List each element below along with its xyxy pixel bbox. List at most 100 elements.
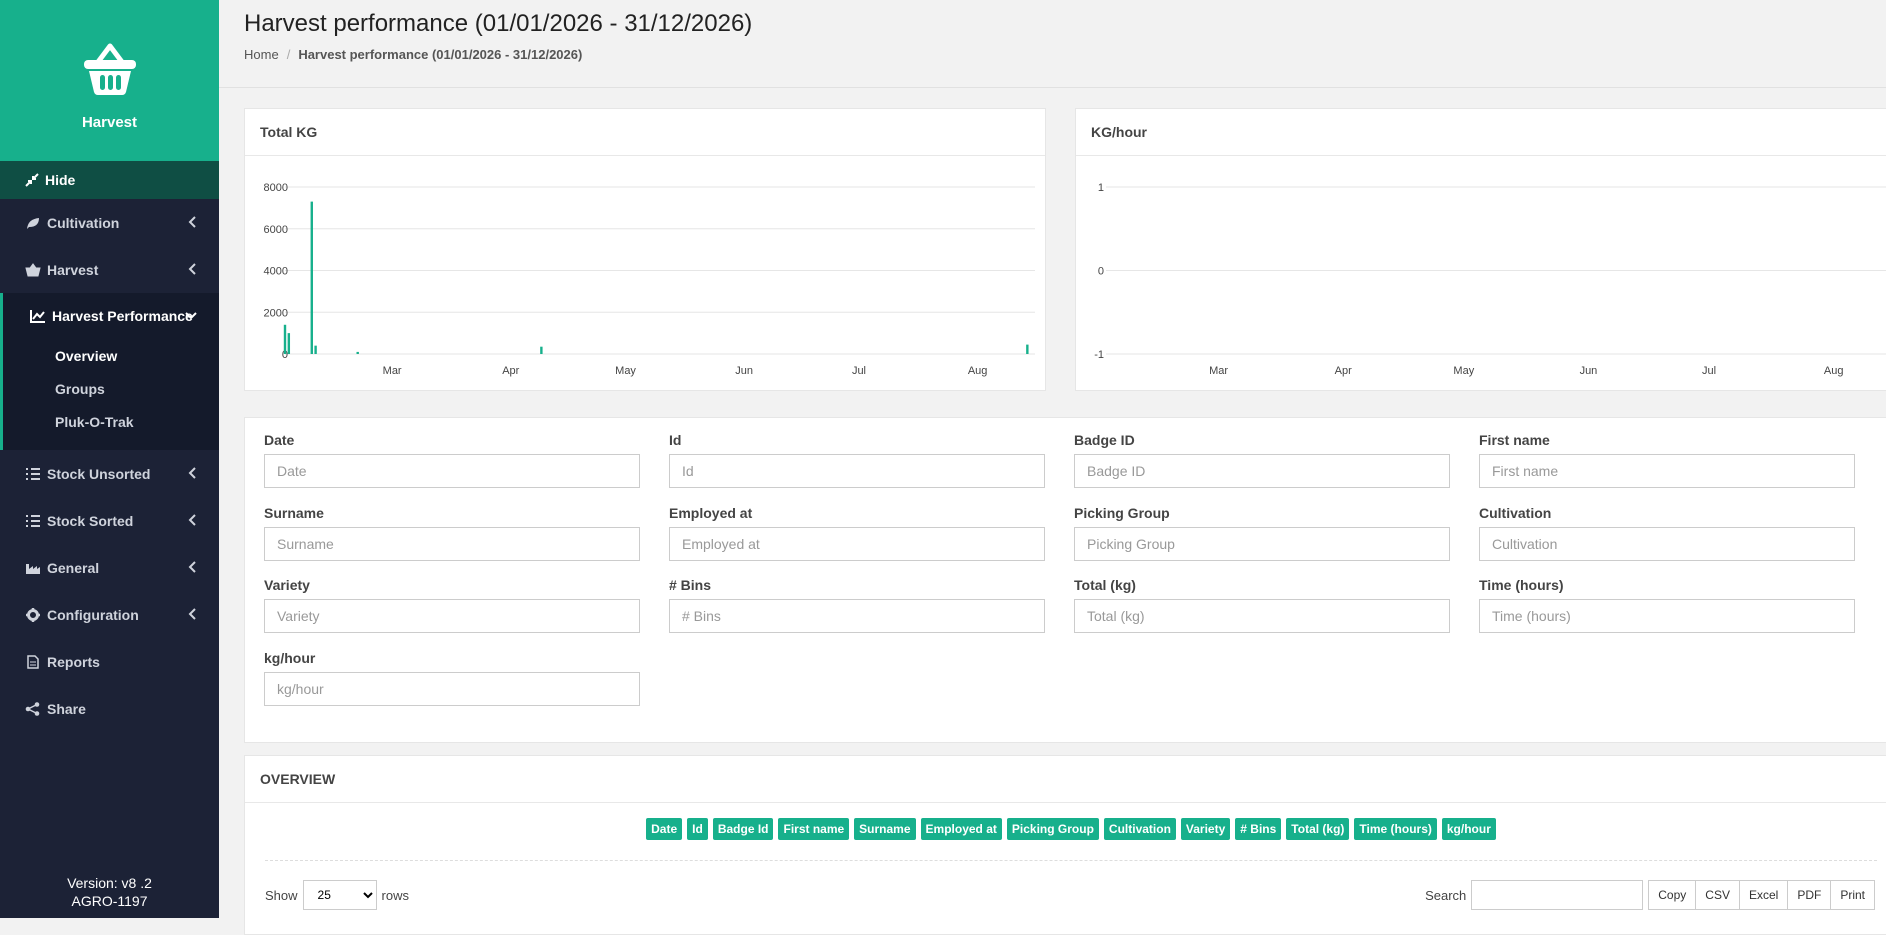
- gear-icon: [26, 607, 40, 622]
- x-tick-label: May: [615, 365, 636, 377]
- industry-icon: [26, 563, 40, 574]
- filter-surname: Surname: [264, 505, 640, 561]
- rows-label: rows: [381, 887, 409, 903]
- column-toggle-bins[interactable]: # Bins: [1235, 818, 1282, 840]
- kg-hour-input[interactable]: [264, 672, 640, 706]
- surname-input[interactable]: [264, 527, 640, 561]
- kg-hour-card: KG/hour -1 0 1 Mar Apr May Jun Jul Aug: [1075, 108, 1886, 391]
- sidebar-item-configuration[interactable]: Configuration: [0, 591, 219, 638]
- x-tick-label: Jul: [1702, 365, 1716, 377]
- filter-picking-group: Picking Group: [1074, 505, 1450, 561]
- first-name-input[interactable]: [1479, 454, 1855, 488]
- date-input[interactable]: [264, 454, 640, 488]
- total-kg-chart: 02000400060008000Mar Apr May Jun Jul Aug: [264, 182, 1035, 377]
- filter-variety: Variety: [264, 577, 640, 633]
- column-toggle-employed-at[interactable]: Employed at: [920, 818, 1002, 840]
- hide-label: Hide: [45, 172, 76, 188]
- sidebar-subitem-pluk-o-trak[interactable]: Pluk-O-Trak: [3, 405, 219, 438]
- column-toggles: Date Id Badge Id First name Surname Empl…: [245, 818, 1886, 840]
- sidebar-item-label: Harvest: [47, 261, 99, 278]
- filter-label: Total (kg): [1074, 577, 1136, 593]
- bar[interactable]: [1026, 344, 1029, 354]
- filter-id: Id: [669, 432, 1045, 488]
- pdf-button[interactable]: PDF: [1787, 880, 1832, 910]
- sidebar-item-label: Harvest Performance: [52, 308, 193, 324]
- x-tick-label: Jun: [735, 365, 753, 377]
- sidebar-subitem-overview[interactable]: Overview: [3, 339, 219, 372]
- search-input[interactable]: [1471, 880, 1644, 910]
- overview-title: OVERVIEW: [245, 756, 1886, 803]
- brand-title: Harvest: [81, 114, 138, 131]
- bar[interactable]: [356, 351, 359, 354]
- bar[interactable]: [310, 201, 313, 354]
- x-tick-label: Apr: [1335, 365, 1352, 377]
- variety-input[interactable]: [264, 599, 640, 633]
- sidebar-item-cultivation[interactable]: Cultivation: [0, 199, 219, 246]
- filter-first-name: First name: [1479, 432, 1855, 488]
- sidebar-item-stock-sorted[interactable]: Stock Sorted: [0, 497, 219, 544]
- compress-icon: [25, 173, 39, 187]
- column-toggle-total-kg[interactable]: Total (kg): [1286, 818, 1350, 840]
- table-search: Search Copy CSV Excel PDF Print: [1425, 880, 1875, 910]
- breadcrumb-home[interactable]: Home: [244, 47, 279, 62]
- total-kg-input[interactable]: [1074, 599, 1450, 633]
- basket-icon: [83, 43, 136, 95]
- filter-badge-id: Badge ID: [1074, 432, 1450, 488]
- bar[interactable]: [287, 333, 291, 354]
- column-toggle-id[interactable]: Id: [687, 818, 708, 840]
- bar[interactable]: [540, 346, 543, 354]
- breadcrumb: Home / Harvest performance (01/01/2026 - 3…: [244, 47, 583, 62]
- copy-button[interactable]: Copy: [1648, 880, 1697, 910]
- id-input[interactable]: [669, 454, 1045, 488]
- sidebar-item-label: Stock Unsorted: [47, 465, 151, 482]
- share-icon: [25, 701, 40, 716]
- sidebar-item-harvest[interactable]: Harvest: [0, 246, 219, 293]
- print-button[interactable]: Print: [1830, 880, 1875, 910]
- chevron-left-icon: [188, 514, 196, 526]
- badge-id-input[interactable]: [1074, 454, 1450, 488]
- overview-card: OVERVIEW Date Id Badge Id First name Sur…: [244, 755, 1886, 935]
- csv-button[interactable]: CSV: [1695, 880, 1740, 910]
- y-tick-label: 1: [1098, 182, 1104, 194]
- filter-time-hours: Time (hours): [1479, 577, 1855, 633]
- sidebar-item-stock-unsorted[interactable]: Stock Unsorted: [0, 450, 219, 497]
- column-toggle-badge-id[interactable]: Badge Id: [712, 818, 774, 840]
- bar[interactable]: [314, 345, 317, 354]
- y-tick-label: 2000: [264, 307, 288, 319]
- bar[interactable]: [283, 324, 287, 354]
- sidebar-item-reports[interactable]: Reports: [0, 638, 219, 685]
- column-toggle-time-hours[interactable]: Time (hours): [1354, 818, 1437, 840]
- sidebar-item-label: Share: [47, 700, 86, 717]
- sidebar-item-harvest-performance[interactable]: Harvest Performance: [3, 293, 219, 339]
- sidebar-item-share[interactable]: Share: [0, 685, 219, 732]
- bins-input[interactable]: [669, 599, 1045, 633]
- column-toggle-kg-hour[interactable]: kg/hour: [1441, 818, 1496, 840]
- column-toggle-variety[interactable]: Variety: [1180, 818, 1231, 840]
- column-toggle-date[interactable]: Date: [646, 818, 683, 840]
- column-toggle-surname[interactable]: Surname: [854, 818, 916, 840]
- filter-label: Picking Group: [1074, 505, 1170, 521]
- filter-label: Cultivation: [1479, 505, 1552, 521]
- y-tick-label: 8000: [264, 182, 288, 194]
- excel-button[interactable]: Excel: [1738, 880, 1789, 910]
- x-tick-label: Mar: [383, 365, 402, 377]
- cultivation-input[interactable]: [1479, 527, 1855, 561]
- page-length-control: Show 25 rows: [265, 880, 409, 910]
- page-length-select[interactable]: 25: [302, 880, 377, 910]
- x-tick-label: Aug: [1824, 365, 1844, 377]
- column-toggle-first-name[interactable]: First name: [778, 818, 850, 840]
- hide-sidebar-button[interactable]: Hide: [0, 161, 219, 199]
- column-toggle-cultivation[interactable]: Cultivation: [1103, 818, 1176, 840]
- kg-hour-chart: -1 0 1 Mar Apr May Jun Jul Aug: [1094, 182, 1886, 377]
- x-tick-label: Apr: [502, 365, 519, 377]
- sidebar-item-general[interactable]: General: [0, 544, 219, 591]
- column-toggle-picking-group[interactable]: Picking Group: [1006, 818, 1099, 840]
- filter-employed-at: Employed at: [669, 505, 1045, 561]
- filter-panel: Date Id Badge ID First name Surname Empl…: [244, 417, 1886, 743]
- time-hours-input[interactable]: [1479, 599, 1855, 633]
- picking-group-input[interactable]: [1074, 527, 1450, 561]
- employed-at-input[interactable]: [669, 527, 1045, 561]
- chevron-left-icon: [188, 263, 196, 275]
- version-info: Version: v8 .2 AGRO-1197: [0, 874, 219, 910]
- sidebar-subitem-groups[interactable]: Groups: [3, 372, 219, 405]
